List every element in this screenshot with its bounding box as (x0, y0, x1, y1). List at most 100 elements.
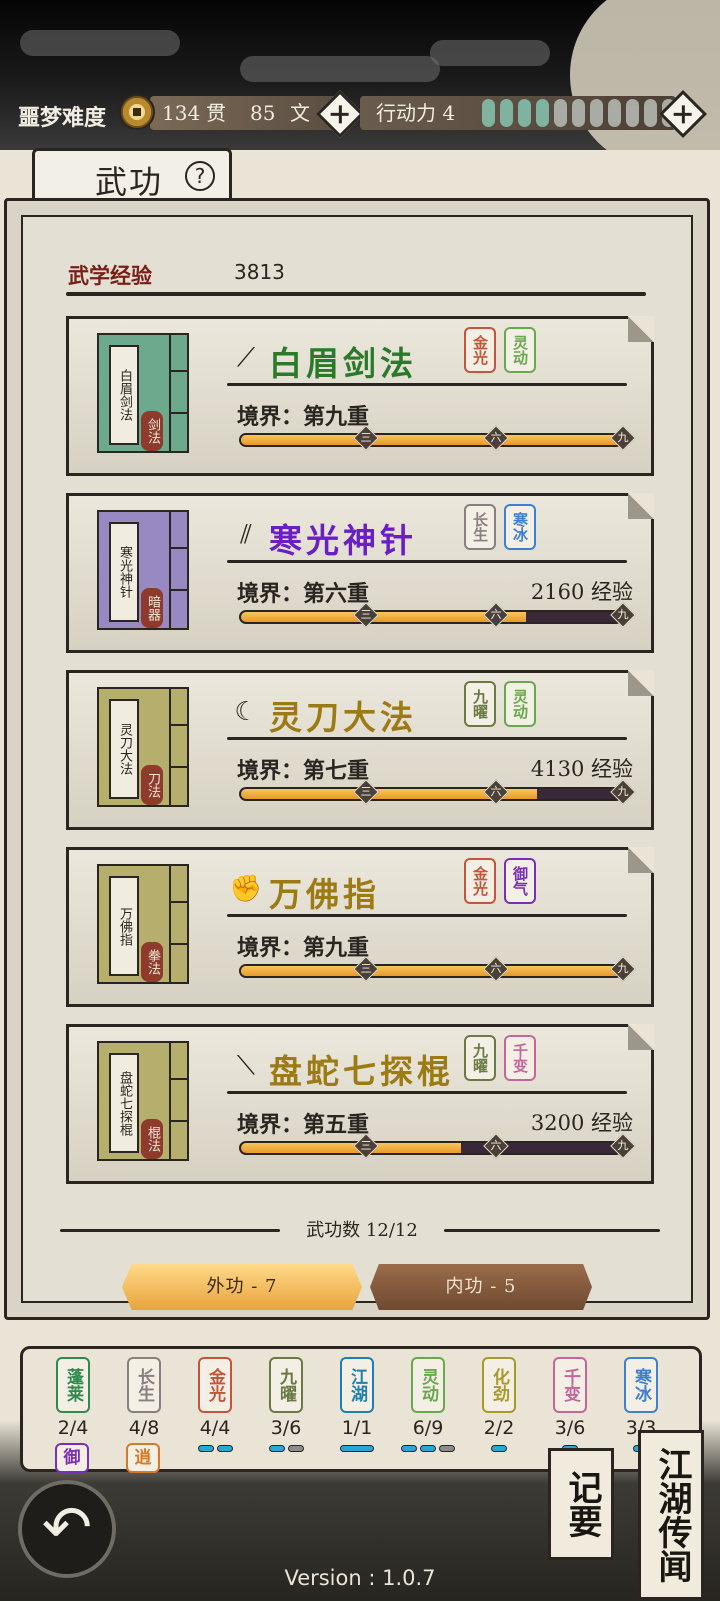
martial-exp-label: 武学经验 (68, 263, 152, 288)
trait-badge[interactable]: 灵动 (504, 681, 536, 727)
trait-badge[interactable]: 御气 (504, 858, 536, 904)
trait-count: 2/2 (483, 1417, 515, 1439)
trait-pips (398, 1445, 458, 1452)
skill-progress-fill (241, 1143, 462, 1153)
skill-progress-bar (239, 1141, 623, 1155)
trait-badge[interactable]: 御 (55, 1443, 89, 1473)
trait-pip (197, 1445, 214, 1452)
trait-summary[interactable]: 金光 4/4 (185, 1357, 245, 1467)
version-label: Version : 1.0.7 (284, 1566, 436, 1590)
skill-name: 盘蛇七探棍 (269, 1052, 454, 1091)
money-amount-a: 134 (162, 101, 201, 125)
trait-pip (491, 1445, 507, 1452)
page-corner-fold (628, 670, 654, 696)
energy-display: 行动力 4 (360, 96, 693, 130)
divider (227, 1091, 627, 1094)
skill-card[interactable]: 白眉剑法 剑法 ⟋ 白眉剑法 金光 灵动 境界：第九重 三 六 九 (66, 316, 654, 476)
trait-badge[interactable]: 灵动 (504, 327, 536, 373)
realm-marker-label: 三 (360, 962, 372, 975)
divider (444, 1229, 660, 1232)
skill-realm: 境界：第五重 (237, 1112, 370, 1138)
back-button[interactable]: ↶ (18, 1480, 116, 1578)
martial-exp-row: 武学经验 3813 (66, 258, 646, 298)
trait-badge[interactable]: 长生 (464, 504, 496, 550)
trait-badge[interactable]: 金光 (464, 327, 496, 373)
realm-marker-label: 九 (617, 431, 629, 444)
page-title: 武功 (95, 163, 164, 201)
skill-progress-bar (239, 433, 623, 447)
skill-book-icon: 灵刀大法 刀法 (97, 687, 189, 807)
energy-pip (482, 99, 495, 127)
money-amount-b: 85 (250, 101, 276, 125)
book-spine (169, 689, 187, 805)
divider (227, 383, 627, 386)
skill-exp: 2160 经验 (530, 580, 633, 604)
trait-badge[interactable]: 寒冰 (504, 504, 536, 550)
tab-internal-skills[interactable]: 内功 - 5 (370, 1264, 592, 1310)
trait-badge[interactable]: 九曜 (464, 681, 496, 727)
trait-pips (469, 1445, 529, 1452)
skill-card[interactable]: 寒光神针 暗器 ⫽ 寒光神针 长生 寒冰 境界：第六重 2160 经验 三 六 九 (66, 493, 654, 653)
realm-marker-label: 九 (617, 785, 629, 798)
trait-pips (327, 1445, 387, 1452)
divider (60, 1229, 280, 1232)
skill-traits: 长生 寒冰 (464, 504, 536, 550)
trait-badge: 灵动 (411, 1357, 445, 1413)
skill-realm: 境界：第六重 (237, 581, 370, 607)
energy-pip (644, 99, 657, 127)
skill-progress-bar (239, 787, 623, 801)
fist-icon: ✊ (229, 874, 263, 904)
realm-marker-label: 三 (360, 608, 372, 621)
book-type-seal: 刀法 (141, 765, 163, 805)
skill-name: 寒光神针 (269, 521, 417, 560)
trait-count: 1/1 (341, 1417, 373, 1439)
trait-badge[interactable]: 金光 (464, 858, 496, 904)
trait-summary[interactable]: 江湖 1/1 (327, 1357, 387, 1467)
energy-pip (572, 99, 585, 127)
book-type-seal: 暗器 (141, 588, 163, 628)
trait-pip (216, 1445, 233, 1452)
energy-pip (608, 99, 621, 127)
page-corner-fold (628, 847, 654, 873)
realm-marker-label: 九 (617, 962, 629, 975)
realm-marker-label: 九 (617, 608, 629, 621)
trait-summary[interactable]: 化劲 2/2 (469, 1357, 529, 1467)
book-spine (169, 866, 187, 982)
skill-book-icon: 白眉剑法 剑法 (97, 333, 189, 453)
divider (227, 914, 627, 917)
trait-summary[interactable]: 九曜 3/6 (256, 1357, 316, 1467)
top-bar: 噩梦难度 134 贯 85 文 行动力 4 (0, 0, 720, 150)
notes-button[interactable]: 记要 (548, 1448, 614, 1560)
skill-traits: 九曜 千变 (464, 1035, 536, 1081)
book-type-seal: 棍法 (141, 1119, 163, 1159)
trait-badge: 江湖 (340, 1357, 374, 1413)
skill-count-row: 武功数 12/12 (60, 1216, 660, 1244)
skill-card[interactable]: 灵刀大法 刀法 ☾ 灵刀大法 九曜 灵动 境界：第七重 4130 经验 三 六 九 (66, 670, 654, 830)
trait-badge: 九曜 (269, 1357, 303, 1413)
skill-realm: 境界：第九重 (237, 935, 370, 961)
page-corner-fold (628, 493, 654, 519)
trait-pip (420, 1445, 436, 1452)
trait-badge[interactable]: 逍 (126, 1443, 160, 1473)
book-title: 灵刀大法 (109, 699, 139, 799)
sword-icon: ⟋ (236, 343, 256, 373)
trait-summary[interactable]: 灵动 6/9 (398, 1357, 458, 1467)
realm-marker-label: 三 (360, 431, 372, 444)
realm-marker-label: 六 (490, 785, 502, 798)
book-spine (169, 335, 187, 451)
skill-card[interactable]: 盘蛇七探棍 棍法 ⟍ 盘蛇七探棍 九曜 千变 境界：第五重 3200 经验 三 六 九 (66, 1024, 654, 1184)
book-title: 盘蛇七探棍 (109, 1053, 139, 1153)
energy-pip (518, 99, 531, 127)
trait-pip (340, 1445, 374, 1452)
skill-progress-fill (241, 435, 621, 445)
trait-badge[interactable]: 九曜 (464, 1035, 496, 1081)
energy-label: 行动力 4 (376, 101, 456, 125)
money-unit-b: 文 (290, 101, 310, 125)
skill-realm: 境界：第七重 (237, 758, 370, 784)
trait-badge: 千变 (553, 1357, 587, 1413)
skill-name: 灵刀大法 (269, 698, 417, 737)
tab-external-skills[interactable]: 外功 - 7 (122, 1264, 362, 1310)
help-icon[interactable]: ? (185, 161, 215, 191)
trait-badge[interactable]: 千变 (504, 1035, 536, 1081)
skill-card[interactable]: 万佛指 拳法 ✊ 万佛指 金光 御气 境界：第九重 三 六 九 (66, 847, 654, 1007)
